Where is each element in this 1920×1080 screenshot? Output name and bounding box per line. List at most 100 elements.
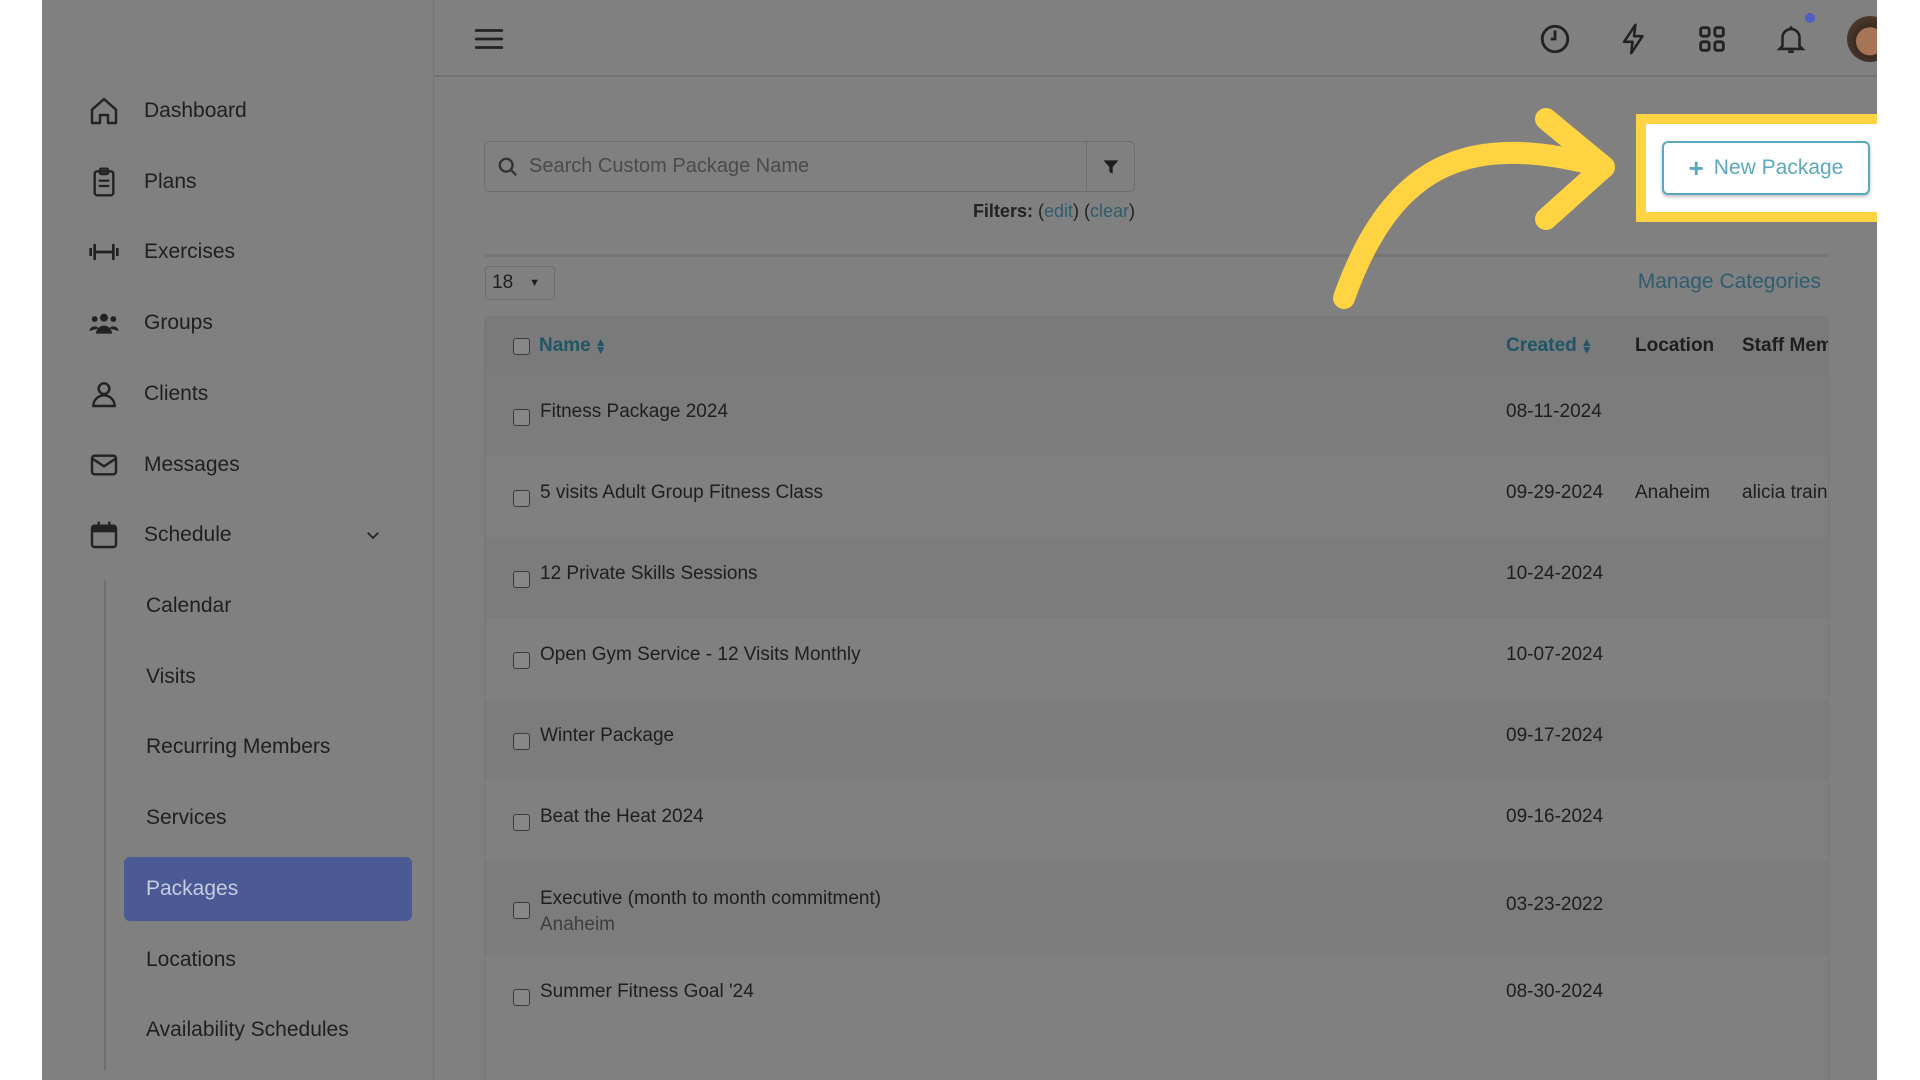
created-date: 03-23-2022 [1506, 894, 1604, 915]
home-icon [90, 97, 118, 125]
header-created: Created [1506, 335, 1577, 356]
package-name[interactable]: Summer Fitness Goal '24 [540, 981, 754, 1003]
header-name: Name [539, 335, 591, 356]
avatar[interactable] [1847, 16, 1877, 62]
table-row[interactable]: Summer Fitness Goal '24 08-30-2024 [485, 955, 1828, 1036]
page-size-value: 18 [492, 272, 514, 293]
sort-created[interactable]: Created ▲ ▼ [1506, 335, 1593, 357]
caret-down-icon: ▼ [529, 277, 541, 289]
new-package-label: New Package [1713, 156, 1844, 179]
sidebar-item-messages[interactable]: Messages [42, 440, 434, 490]
search-icon [498, 157, 518, 176]
packages-table: Name ▲ ▼ Created ▲ ▼ Location Staff Mem Fitn… [484, 316, 1829, 1080]
row-checkbox[interactable] [513, 652, 530, 669]
created-date: 09-29-2024 [1506, 482, 1604, 503]
filters-edit-link[interactable]: edit [1044, 201, 1073, 221]
package-name[interactable]: Fitness Package 2024 [540, 401, 728, 423]
filters-label: Filters: [972, 201, 1033, 221]
package-name[interactable]: 12 Private Skills Sessions [540, 563, 758, 585]
table-row[interactable]: Beat the Heat 2024 09-16-2024 [485, 780, 1828, 861]
sidebar: Dashboard Plans Exercises Groups Clients Mess… [42, 0, 434, 1080]
package-name[interactable]: Executive (month to month commitment) [540, 888, 881, 910]
created-date: 09-16-2024 [1506, 806, 1604, 827]
sidebar-item-label: Exercises [144, 240, 236, 264]
sidebar-subitem-availability-schedules[interactable]: Availability Schedules [124, 998, 412, 1062]
package-name[interactable]: Open Gym Service - 12 Visits Monthly [540, 644, 861, 666]
header-staff: Staff Mem [1742, 335, 1829, 356]
sidebar-subitem-visits[interactable]: Visits [124, 645, 412, 709]
table-row[interactable]: Executive (month to month commitment) Ana… [485, 861, 1828, 955]
row-checkbox[interactable] [513, 733, 530, 750]
row-checkbox[interactable] [513, 989, 530, 1006]
sidebar-item-dashboard[interactable]: Dashboard [42, 86, 434, 136]
location: Anaheim [1635, 482, 1710, 503]
filter-button[interactable] [1086, 142, 1134, 191]
top-bar [434, 0, 1877, 77]
row-checkbox[interactable] [513, 814, 530, 831]
app-window: Dashboard Plans Exercises Groups Clients Mess… [42, 0, 1877, 1080]
filters-clear-link[interactable]: clear [1090, 201, 1129, 221]
manage-categories-link[interactable]: Manage Categories [1638, 270, 1821, 294]
package-name[interactable]: Beat the Heat 2024 [540, 806, 704, 828]
table-row[interactable]: Open Gym Service - 12 Visits Monthly 10-0… [485, 618, 1828, 699]
sidebar-item-groups[interactable]: Groups [42, 298, 434, 348]
created-date: 09-17-2024 [1506, 725, 1604, 746]
sidebar-subitem-calendar[interactable]: Calendar [124, 574, 412, 638]
staff-member: alicia traine [1742, 482, 1829, 503]
package-location: Anaheim [540, 914, 615, 935]
sidebar-item-label: Messages [144, 452, 240, 476]
user-icon [92, 381, 116, 407]
table-row[interactable]: 5 visits Adult Group Fitness Class 09-29-… [485, 456, 1828, 537]
bell-icon[interactable] [1774, 22, 1808, 56]
submenu-line [104, 580, 106, 1070]
select-all-checkbox[interactable] [513, 338, 530, 355]
table-row[interactable]: Fitness Package 2024 08-11-2024 [485, 375, 1828, 456]
sidebar-subitem-packages[interactable]: Packages [124, 856, 412, 921]
plus-icon: + [1688, 152, 1704, 183]
package-name[interactable]: Winter Package [540, 725, 674, 747]
history-icon[interactable] [1538, 22, 1572, 56]
search-input[interactable] [485, 142, 1086, 191]
table-header: Name ▲ ▼ Created ▲ ▼ Location Staff Mem [485, 317, 1828, 375]
sidebar-item-exercises[interactable]: Exercises [42, 227, 434, 277]
sort-icon: ▲ ▼ [1580, 334, 1593, 357]
search-box [484, 141, 1135, 192]
sidebar-item-label: Groups [144, 311, 213, 335]
page-size-select[interactable]: 18 ▼ [485, 266, 555, 300]
sidebar-subitem-locations[interactable]: Locations [124, 928, 412, 992]
sidebar-item-schedule[interactable]: Schedule [42, 510, 434, 560]
sidebar-item-label: Clients [144, 381, 209, 405]
new-package-button[interactable]: + New Package [1662, 141, 1870, 195]
clipboard-icon [93, 167, 115, 197]
menu-icon[interactable] [472, 22, 506, 56]
created-date: 10-07-2024 [1506, 644, 1604, 665]
row-checkbox[interactable] [513, 902, 530, 919]
filters-line: Filters: (edit) (clear) [972, 201, 1135, 221]
sidebar-subitem-services[interactable]: Services [124, 786, 412, 850]
new-package-highlight: + New Package [1636, 114, 1877, 222]
sidebar-item-label: Dashboard [144, 99, 247, 122]
package-name[interactable]: 5 visits Adult Group Fitness Class [540, 482, 823, 504]
table-row[interactable]: 12 Private Skills Sessions 10-24-2024 [485, 537, 1828, 618]
sidebar-item-clients[interactable]: Clients [42, 369, 434, 419]
header-location: Location [1635, 335, 1715, 356]
bolt-icon[interactable] [1617, 22, 1651, 56]
users-icon [89, 313, 119, 334]
calendar-icon [90, 521, 118, 549]
sidebar-subitem-recurring-members[interactable]: Recurring Members [124, 715, 412, 779]
created-date: 08-30-2024 [1506, 981, 1604, 1002]
row-checkbox[interactable] [513, 571, 530, 588]
divider [484, 254, 1829, 257]
sort-icon: ▲ ▼ [594, 334, 607, 357]
sidebar-item-plans[interactable]: Plans [42, 157, 434, 207]
filter-icon [1103, 159, 1118, 174]
main-content: Filters: (edit) (clear) 18 ▼ Manage Categ… [434, 77, 1877, 1080]
sidebar-item-label: Plans [144, 169, 197, 193]
chevron-down-icon[interactable] [364, 526, 382, 544]
table-row[interactable]: Winter Package 09-17-2024 [485, 699, 1828, 780]
dumbbell-icon [89, 244, 119, 261]
row-checkbox[interactable] [513, 490, 530, 507]
apps-grid-icon[interactable] [1695, 22, 1729, 56]
row-checkbox[interactable] [513, 409, 530, 426]
sort-name[interactable]: Name ▲ ▼ [539, 335, 607, 357]
